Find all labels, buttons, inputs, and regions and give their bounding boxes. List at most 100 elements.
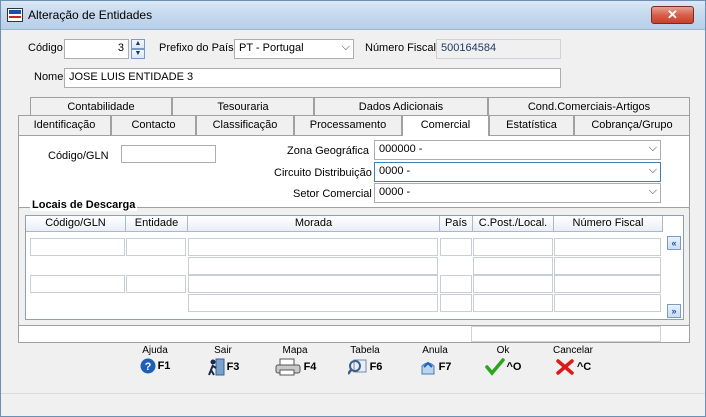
tab-contacto[interactable]: Contacto (111, 115, 196, 135)
table-cell[interactable] (473, 257, 553, 275)
table-cell[interactable] (30, 275, 125, 293)
setor-value: 0000 - (379, 186, 411, 198)
table-cell[interactable] (554, 257, 661, 275)
chevron-down-icon[interactable]: ⌵ (649, 164, 657, 177)
undo-label: Anula (422, 345, 448, 356)
ok-key: ^O (506, 361, 522, 373)
cancel-label: Cancelar (552, 345, 594, 356)
tab-contabilidade[interactable]: Contabilidade (30, 97, 172, 117)
gln-label: Código/GLN (48, 150, 109, 162)
status-bar (1, 393, 705, 416)
table-cell[interactable] (473, 238, 553, 256)
app-icon (7, 8, 23, 22)
undo-icon (421, 361, 435, 375)
help-icon: ? (140, 358, 156, 374)
close-button[interactable]: ✕ (651, 6, 694, 24)
table-cell[interactable] (188, 238, 438, 256)
tab-cond-comerciais[interactable]: Cond.Comerciais-Artigos (488, 97, 690, 117)
table-cell[interactable] (554, 238, 661, 256)
tab-row-top: Contabilidade Tesouraria Dados Adicionai… (30, 97, 690, 117)
circuito-label: Circuito Distribuição (274, 167, 372, 179)
cancel-key: ^C (576, 361, 592, 373)
svg-text:?: ? (144, 361, 151, 373)
window-title: Alteração de Entidades (28, 8, 153, 22)
spin-up-icon[interactable]: ▲ (131, 39, 145, 49)
check-icon (484, 358, 505, 376)
table-cell[interactable] (440, 294, 472, 312)
zona-value: 000000 - (379, 143, 423, 155)
col-header-pais[interactable]: País (440, 216, 473, 232)
exit-label: Sair (214, 345, 232, 356)
col-header-morada[interactable]: Morada (188, 216, 440, 232)
codigo-label: Código (28, 42, 63, 54)
table-cell[interactable] (440, 238, 472, 256)
search-table-icon (347, 359, 367, 375)
prefixo-select[interactable]: PT - Portugal ⌵ (234, 39, 354, 59)
codigo-spinner[interactable]: ▲ ▼ (131, 39, 145, 59)
prefixo-value: PT - Portugal (239, 42, 304, 54)
table-label: Tabela (350, 345, 380, 356)
codigo-field[interactable]: 3 (64, 39, 129, 59)
scroll-up-icon[interactable]: « (667, 236, 681, 250)
table-cell[interactable] (188, 275, 438, 293)
tab-tesouraria[interactable]: Tesouraria (172, 97, 314, 117)
col-header-cpostal[interactable]: C.Post./Local. (473, 216, 554, 232)
nif-field: 500164584 (436, 39, 561, 59)
printer-icon (275, 358, 301, 376)
tab-row-bottom: Identificação Contacto Classificação Pro… (18, 115, 690, 136)
table-cell[interactable] (554, 275, 661, 293)
tab-dados-adicionais[interactable]: Dados Adicionais (314, 97, 488, 117)
tab-identificacao[interactable]: Identificação (18, 115, 111, 135)
undo-button[interactable]: Anula F7 (407, 346, 463, 382)
gln-field[interactable] (121, 145, 216, 163)
nif-label: Número Fiscal (365, 42, 436, 54)
descarga-title: Locais de Descarga (30, 199, 138, 211)
table-cell[interactable] (473, 294, 553, 312)
exit-button[interactable]: Sair F3 (195, 346, 251, 382)
zona-select[interactable]: 000000 - ⌵ (374, 140, 661, 160)
circuito-select[interactable]: 0000 - ⌵ (374, 162, 661, 182)
cancel-button[interactable]: Cancelar ^C (545, 346, 601, 382)
undo-key: F7 (438, 361, 452, 373)
help-button[interactable]: Ajuda ? F1 (127, 346, 183, 382)
table-button[interactable]: Tabela F6 (337, 346, 393, 382)
print-button[interactable]: Mapa F4 (267, 346, 323, 382)
table-cell[interactable] (30, 238, 125, 256)
tab-cobranca-grupo[interactable]: Cobrança/Grupo (574, 115, 690, 135)
col-header-nif[interactable]: Número Fiscal (554, 216, 663, 232)
circuito-value: 0000 - (379, 165, 411, 177)
chevron-down-icon[interactable]: ⌵ (649, 185, 657, 198)
table-cell[interactable] (554, 294, 661, 312)
table-cell[interactable] (188, 294, 438, 312)
tab-estatistica[interactable]: Estatística (489, 115, 574, 135)
col-header-gln[interactable]: Código/GLN (26, 216, 126, 232)
print-label: Mapa (282, 345, 308, 356)
setor-select[interactable]: 0000 - ⌵ (374, 183, 661, 203)
spin-down-icon[interactable]: ▼ (131, 49, 145, 59)
scroll-down-icon[interactable]: » (667, 304, 681, 318)
print-key: F4 (303, 361, 317, 373)
col-header-entidade[interactable]: Entidade (126, 216, 188, 232)
table-cell[interactable] (188, 257, 438, 275)
help-label: Ajuda (142, 345, 168, 356)
nome-label: Nome (34, 71, 64, 83)
tab-comercial[interactable]: Comercial (402, 115, 489, 136)
nome-field[interactable]: JOSE LUIS ENTIDADE 3 (64, 68, 561, 88)
tab-processamento[interactable]: Processamento (294, 115, 402, 135)
zona-label: Zona Geográfica (287, 145, 369, 157)
descarga-grid[interactable]: Código/GLN Entidade Morada País C.Post./… (25, 215, 684, 320)
chevron-down-icon[interactable]: ⌵ (649, 142, 657, 155)
ok-button[interactable]: Ok ^O (475, 346, 531, 382)
title-bar: Alteração de Entidades ✕ (1, 1, 705, 30)
prefixo-label: Prefixo do País (159, 42, 234, 54)
table-cell[interactable] (440, 275, 472, 293)
table-cell[interactable] (473, 275, 553, 293)
exit-key: F3 (226, 361, 240, 373)
tab-classificacao[interactable]: Classificação (196, 115, 294, 135)
table-key: F6 (369, 361, 383, 373)
setor-label: Setor Comercial (293, 188, 372, 200)
chevron-down-icon[interactable]: ⌵ (342, 41, 350, 54)
table-cell[interactable] (126, 238, 186, 256)
cross-icon (556, 359, 574, 375)
table-cell[interactable] (126, 275, 186, 293)
